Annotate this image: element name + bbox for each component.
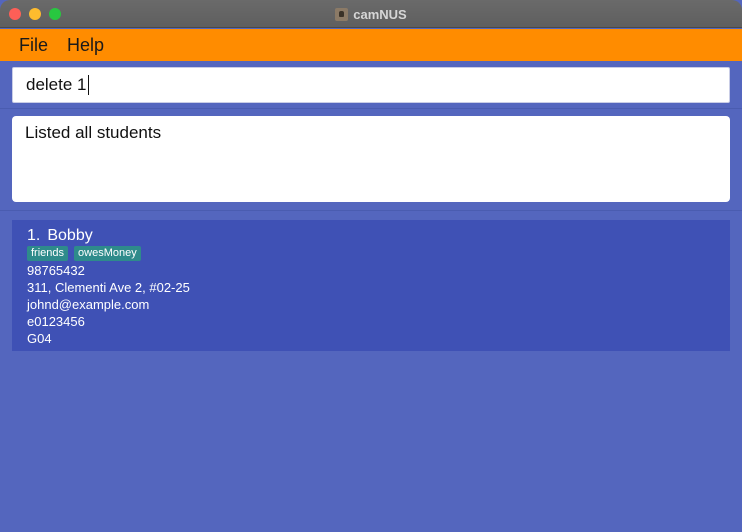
title-bar: camNUS	[0, 0, 742, 28]
student-card[interactable]: 1. Bobby friends owesMoney 98765432 311,…	[12, 220, 730, 351]
tag-friends: friends	[27, 246, 69, 261]
student-phone: 98765432	[27, 263, 85, 278]
window-title: camNUS	[353, 6, 407, 22]
menu-bar: File Help	[0, 29, 742, 61]
app-icon	[335, 7, 349, 21]
command-input[interactable]: delete 1	[12, 67, 730, 103]
window-title-wrap: camNUS	[0, 0, 742, 28]
student-email: johnd@example.com	[27, 297, 150, 312]
divider	[0, 108, 742, 109]
result-display: Listed all students	[12, 116, 730, 202]
student-id: e0123456	[27, 314, 85, 329]
tag-owes-money: owesMoney	[74, 246, 141, 261]
result-message: Listed all students	[25, 123, 162, 142]
student-name: Bobby	[47, 227, 93, 244]
student-group: G04	[27, 331, 52, 346]
student-address: 311, Clementi Ave 2, #02-25	[27, 280, 190, 295]
menu-help[interactable]: Help	[67, 35, 104, 56]
command-input-text: delete 1	[26, 75, 87, 94]
student-index: 1.	[27, 227, 41, 244]
menu-file[interactable]: File	[19, 35, 48, 56]
text-caret	[87, 75, 89, 95]
student-list[interactable]: 1. Bobby friends owesMoney 98765432 311,…	[12, 220, 730, 351]
student-tags: friends owesMoney	[27, 246, 715, 261]
student-name-line: 1. Bobby	[27, 226, 715, 245]
divider	[0, 210, 742, 211]
